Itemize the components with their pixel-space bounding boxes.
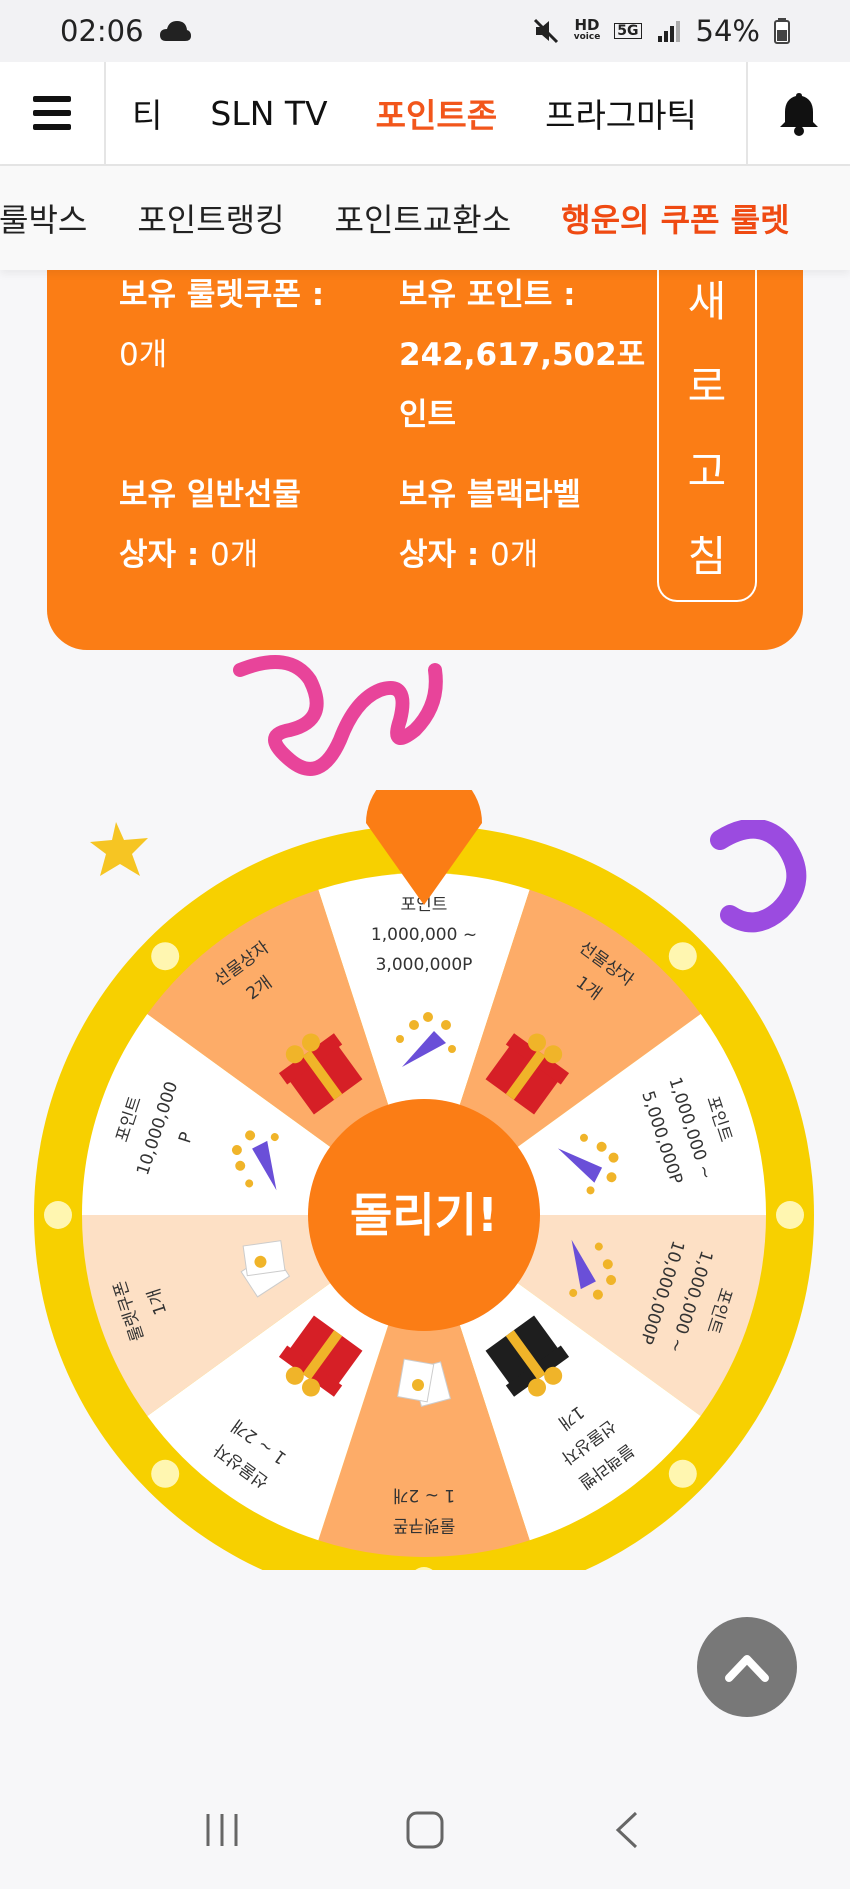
home-icon[interactable] xyxy=(405,1810,445,1850)
points-value-line2: 인트 xyxy=(399,397,457,433)
sub-navigation: 룰박스 포인트랭킹 포인트교환소 행운의 쿠폰 룰렛 xyxy=(0,166,850,270)
rim-light xyxy=(44,1201,72,1229)
black-label-holding: 보유 블랙라벨 상자 : 0개 xyxy=(399,465,581,585)
refresh-char: 고 xyxy=(687,447,727,496)
roulette-wheel-svg: 포인트1,000,000 ~3,000,000P선물상자1개포인트1,000,0… xyxy=(34,765,814,1605)
subnav-item-rulbox[interactable]: 룰박스 xyxy=(0,195,112,241)
gift-box-holding: 보유 일반선물 상자 : 0개 xyxy=(119,465,301,585)
recents-icon[interactable] xyxy=(202,1810,242,1850)
black-label-line2: 상자 : xyxy=(399,537,491,573)
nav-item-pragmatic[interactable]: 프라그마틱 xyxy=(521,89,721,137)
battery-level: 54% xyxy=(695,14,760,48)
spin-label: 돌리기! xyxy=(350,1188,498,1242)
nav-items: 티 SLN TV 포인트존 프라그마틱 xyxy=(106,62,746,164)
points-label: 보유 포인트 : xyxy=(399,277,576,313)
hamburger-icon[interactable] xyxy=(0,62,106,164)
refresh-char: 침 xyxy=(687,532,727,581)
subnav-item-point-exchange[interactable]: 포인트교환소 xyxy=(310,195,537,241)
refresh-char: 로 xyxy=(687,362,727,411)
coupon-holding: 보유 룰렛쿠폰 : 0개 xyxy=(119,265,324,385)
subnav-item-point-ranking[interactable]: 포인트랭킹 xyxy=(112,195,309,241)
rim-light xyxy=(776,1201,804,1229)
holdings-card: 보유 룰렛쿠폰 : 0개 보유 포인트 : 242,617,502포 인트 보유… xyxy=(47,250,803,650)
hd-voice-icon: HD voice xyxy=(573,16,601,43)
gift-label-line2: 상자 : xyxy=(119,537,211,573)
subnav-item-lucky-roulette[interactable]: 행운의 쿠폰 룰렛 xyxy=(536,195,814,241)
rim-light xyxy=(668,942,697,971)
chevron-up-icon xyxy=(725,1655,769,1682)
segment-label: 1 ~ 2개 xyxy=(393,1485,455,1505)
segment-label: 1,000,000 ~ xyxy=(371,925,477,945)
rim-light xyxy=(668,1459,697,1488)
system-navigation-bar xyxy=(0,1770,850,1889)
segment-label: 룰렛쿠폰 xyxy=(393,1515,456,1535)
gift-label-line1: 보유 일반선물 xyxy=(119,477,301,513)
gift-value: 0개 xyxy=(210,537,259,573)
points-value-line1: 242,617,502포 xyxy=(399,337,646,373)
status-time: 02:06 xyxy=(60,14,144,48)
coupon-value: 0개 xyxy=(119,337,168,373)
refresh-button[interactable]: 새 로 고 침 xyxy=(657,252,757,602)
black-label-line1: 보유 블랙라벨 xyxy=(399,477,581,513)
nav-item-point-zone[interactable]: 포인트존 xyxy=(352,89,521,137)
scroll-top-button[interactable] xyxy=(697,1617,797,1717)
battery-icon xyxy=(774,18,790,44)
roulette-wheel[interactable]: 포인트1,000,000 ~3,000,000P선물상자1개포인트1,000,0… xyxy=(34,765,814,1605)
mute-icon xyxy=(533,18,558,44)
refresh-char: 새 xyxy=(687,277,727,326)
signal-icon xyxy=(657,21,680,42)
nav-item-ti[interactable]: 티 xyxy=(106,89,186,137)
status-bar: 02:06 HD voice 5G 54% xyxy=(0,0,850,62)
points-holding: 보유 포인트 : 242,617,502포 인트 xyxy=(399,265,645,445)
network-5g-icon: 5G xyxy=(614,23,642,39)
top-navigation: 티 SLN TV 포인트존 프라그마틱 xyxy=(0,62,850,166)
coupon-label: 보유 룰렛쿠폰 : xyxy=(119,277,325,313)
rim-light xyxy=(151,1459,180,1488)
cloud-icon xyxy=(159,21,191,41)
black-value: 0개 xyxy=(490,537,539,573)
rim-light xyxy=(151,942,180,971)
segment-label: 3,000,000P xyxy=(376,955,473,975)
nav-item-sln-tv[interactable]: SLN TV xyxy=(186,94,351,133)
back-icon[interactable] xyxy=(608,1810,648,1850)
bell-icon[interactable] xyxy=(746,62,850,164)
pink-ribbon-icon xyxy=(233,655,443,776)
